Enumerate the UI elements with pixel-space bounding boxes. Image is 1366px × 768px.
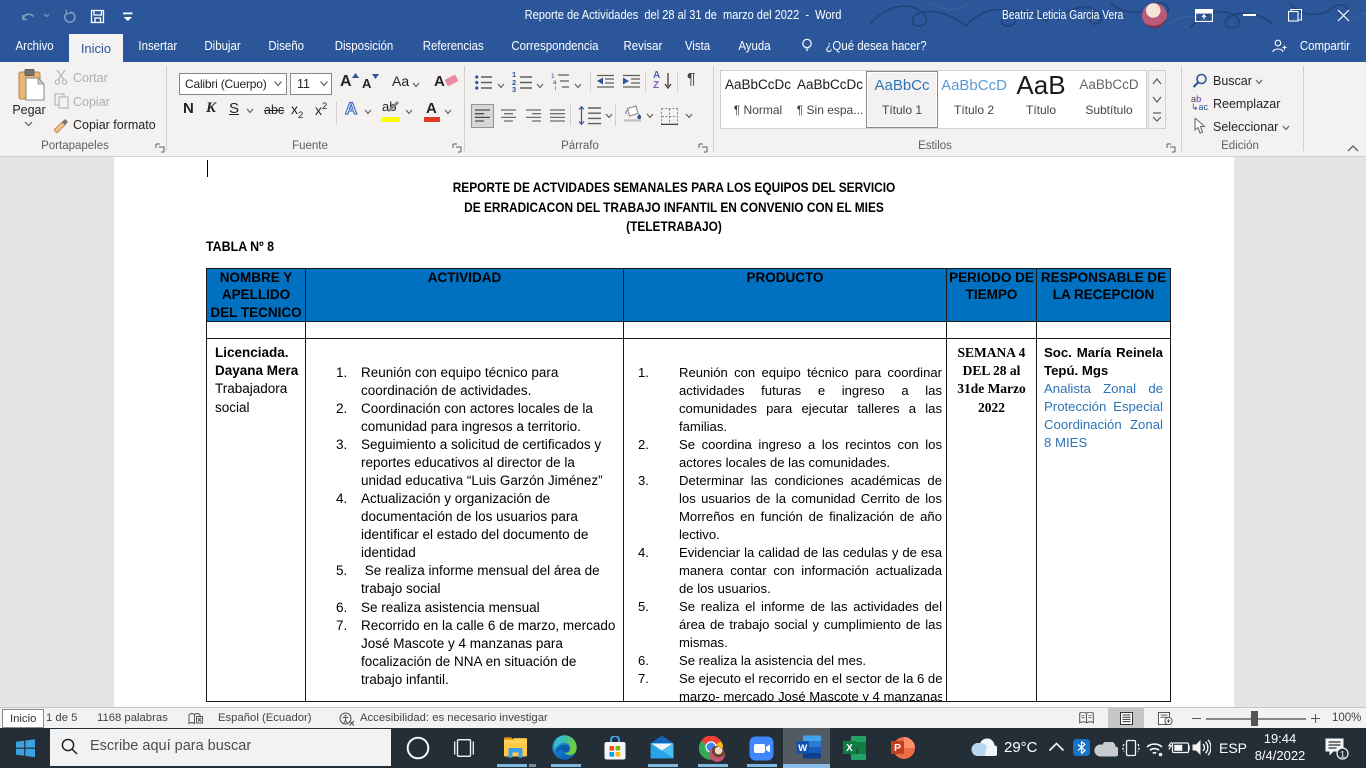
svg-text:P: P xyxy=(894,742,901,754)
svg-text:i: i xyxy=(555,85,556,90)
svg-text:W: W xyxy=(798,743,807,754)
svg-text:X: X xyxy=(846,743,853,754)
svg-text:1: 1 xyxy=(1340,749,1345,760)
